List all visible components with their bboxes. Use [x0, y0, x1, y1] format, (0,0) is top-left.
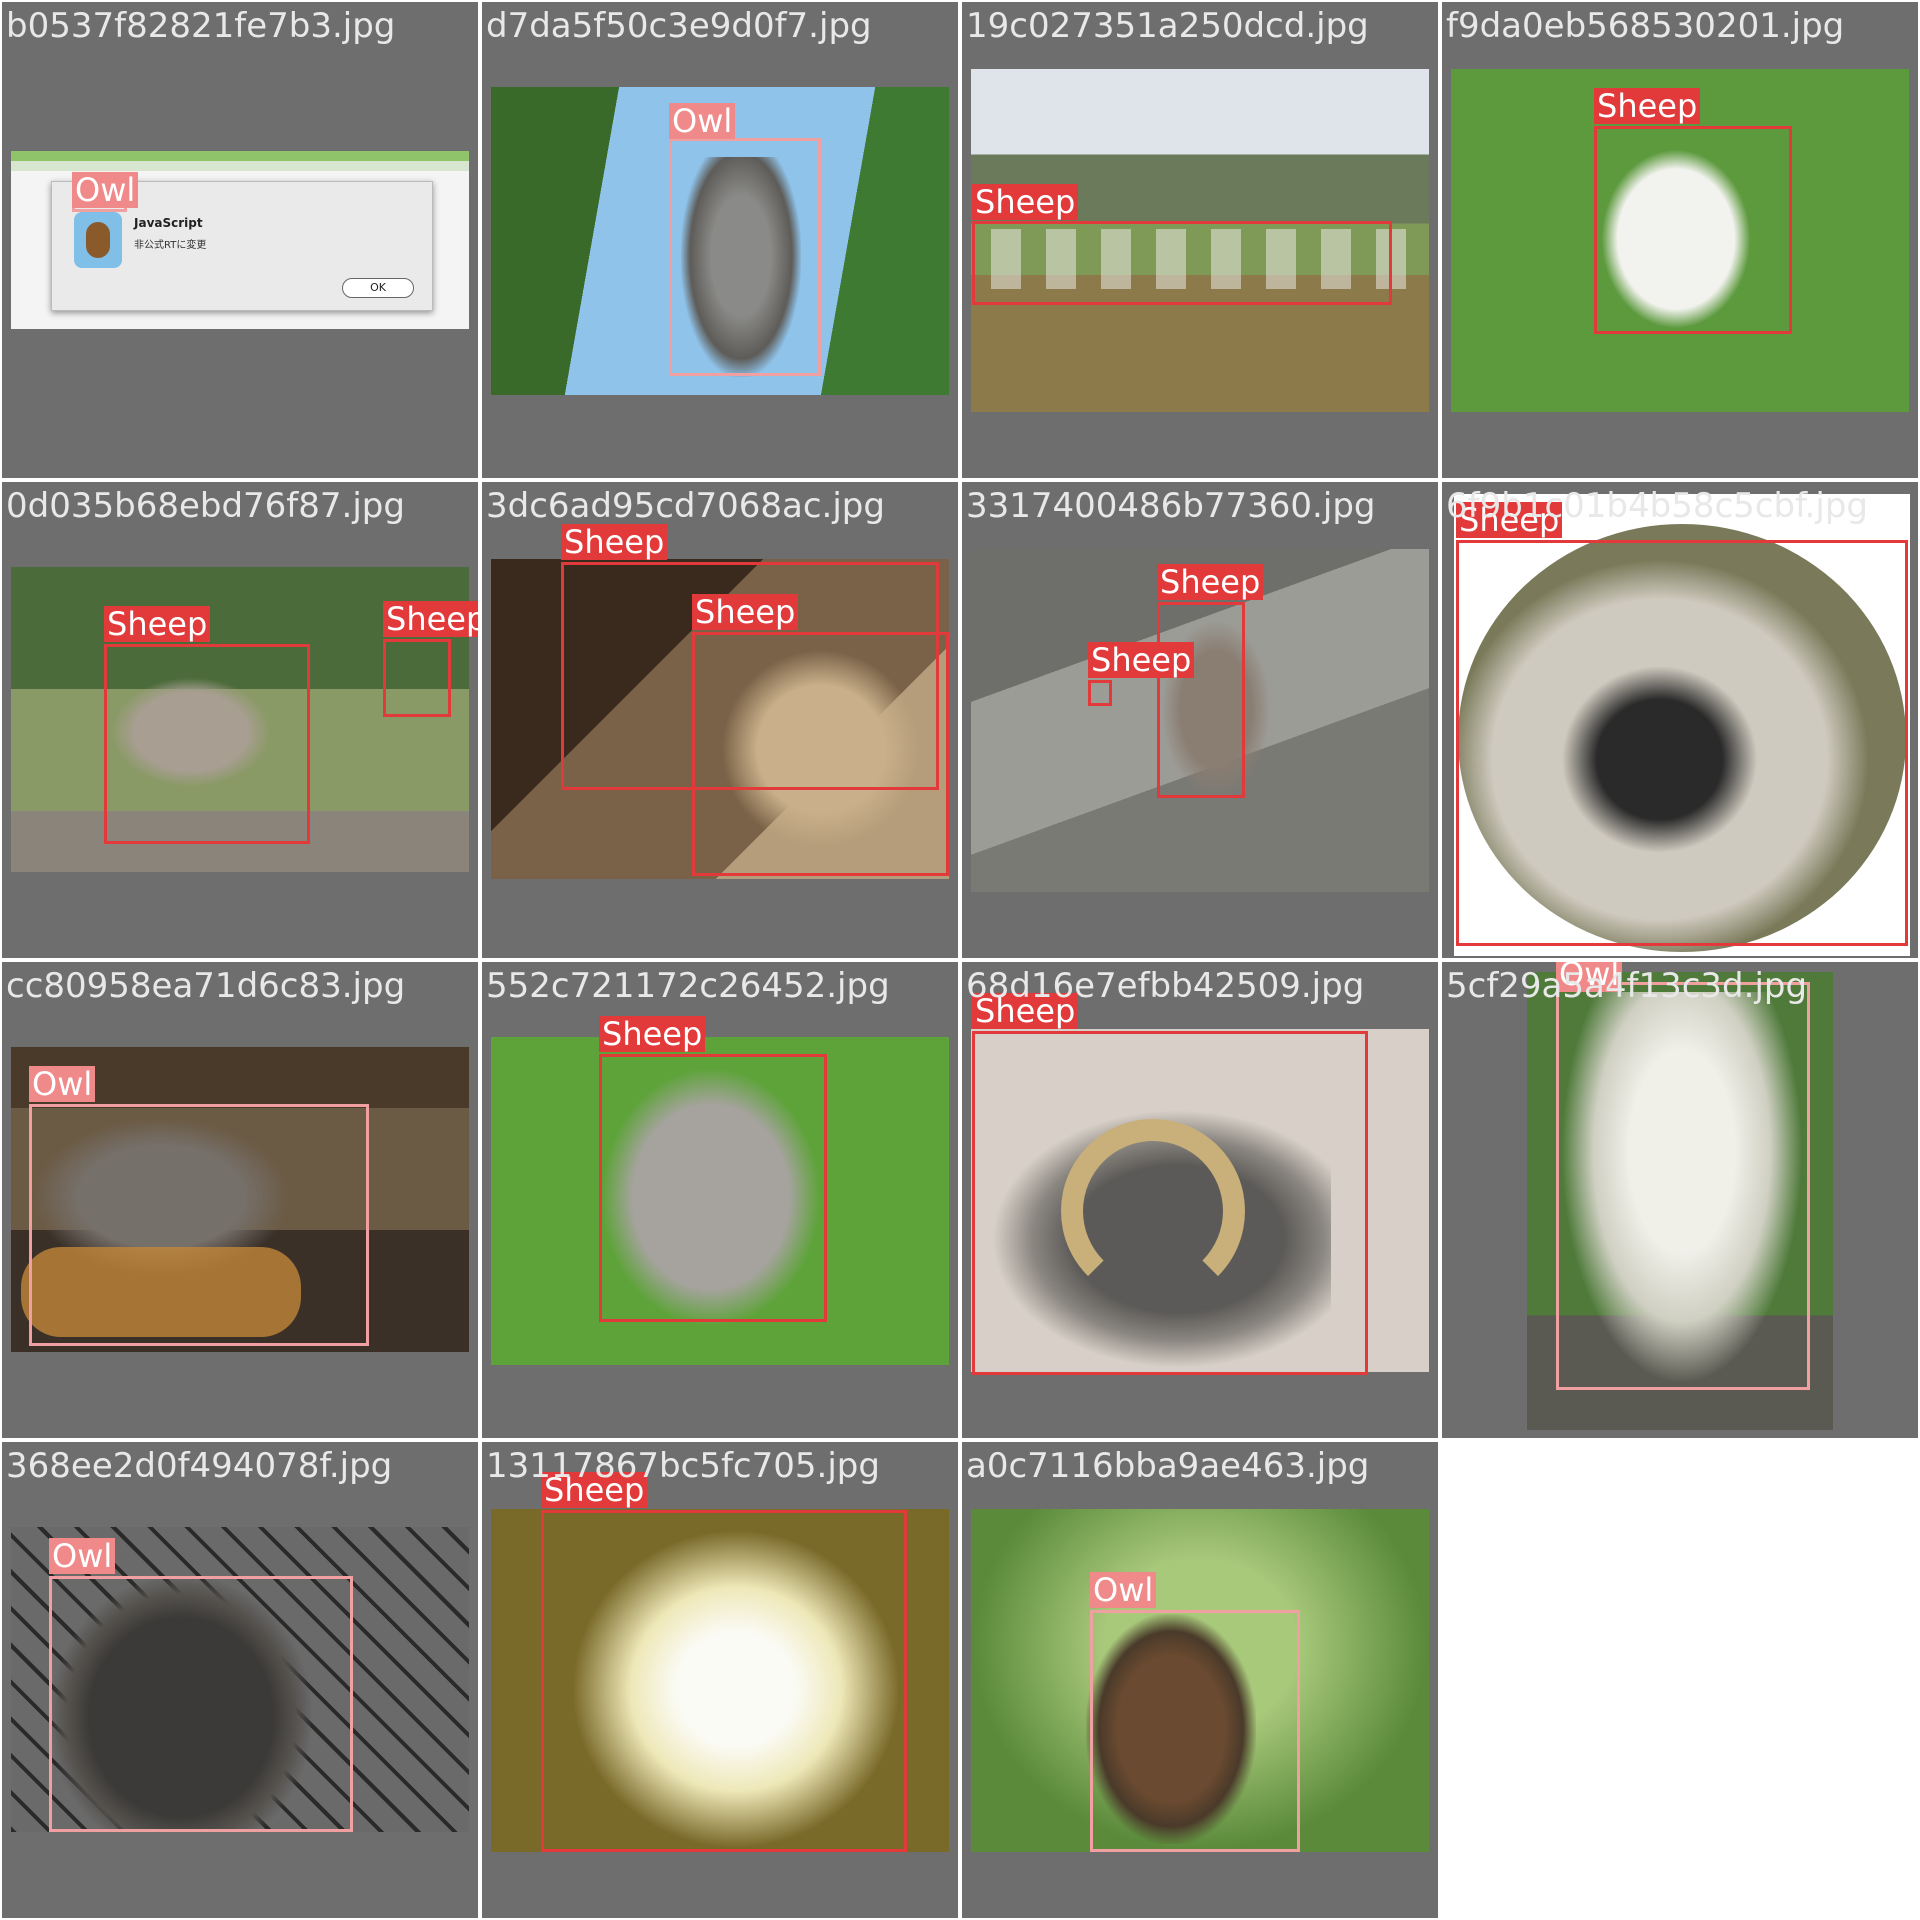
tile-3317400486b77360: 3317400486b77360.jpg Sheep Sheep — [962, 482, 1438, 958]
bbox-owl — [1556, 982, 1810, 1390]
bbox-sheep — [1594, 126, 1792, 334]
tile-filename: a0c7116bba9ae463.jpg — [966, 1446, 1370, 1486]
tile-3dc6ad95cd7068ac: 3dc6ad95cd7068ac.jpg Sheep Sheep — [482, 482, 958, 958]
bbox-sheep — [541, 1510, 907, 1852]
tile-368ee2d0f494078f: 368ee2d0f494078f.jpg Owl — [2, 1442, 478, 1918]
tile-5cf29a5a4f13c3d: 5cf29a5a4f13c3d.jpg Owl — [1442, 962, 1918, 1438]
bbox-label: Owl — [49, 1538, 116, 1574]
tile-filename: 3dc6ad95cd7068ac.jpg — [486, 486, 885, 526]
tile-19c027351a250dcd: 19c027351a250dcd.jpg Sheep — [962, 2, 1438, 478]
bbox-label: Sheep — [692, 594, 799, 630]
bbox-label: Sheep — [383, 601, 478, 637]
bbox-label: Sheep — [561, 524, 668, 560]
bbox-sheep — [972, 1031, 1368, 1375]
tile-b0537f82821fe7b3: b0537f82821fe7b3.jpg JavaScript 非公式RTに変更… — [2, 2, 478, 478]
bbox-label: Owl — [72, 172, 139, 208]
bbox-label: Owl — [669, 103, 736, 139]
bbox-label: Sheep — [972, 184, 1079, 220]
bbox-label: Sheep — [599, 1016, 706, 1052]
bbox-label: Owl — [1090, 1572, 1157, 1608]
tile-filename: cc80958ea71d6c83.jpg — [6, 966, 406, 1006]
tile-6f9b1c01b4b58c5cbf: 6f9b1c01b4b58c5cbf.jpg Sheep — [1442, 482, 1918, 958]
bbox-sheep — [1088, 680, 1112, 706]
tile-filename: 552c721172c26452.jpg — [486, 966, 890, 1006]
bbox-sheep — [104, 644, 310, 844]
bbox-sheep — [692, 632, 949, 876]
dialog-title: JavaScript — [134, 216, 203, 230]
bbox-label: Sheep — [1157, 564, 1264, 600]
bbox-sheep — [599, 1054, 827, 1322]
tile-filename: 6f9b1c01b4b58c5cbf.jpg — [1446, 486, 1868, 526]
tile-0d035b68ebd76f87: 0d035b68ebd76f87.jpg Sheep Sheep — [2, 482, 478, 958]
tile-filename: 368ee2d0f494078f.jpg — [6, 1446, 393, 1486]
bbox-label: Sheep — [1594, 88, 1701, 124]
bbox-owl — [669, 138, 821, 376]
tile-filename: f9da0eb568530201.jpg — [1446, 6, 1845, 46]
tile-filename: d7da5f50c3e9d0f7.jpg — [486, 6, 872, 46]
dialog-message: 非公式RTに変更 — [134, 240, 207, 251]
tile-cc80958ea71d6c83: cc80958ea71d6c83.jpg Owl — [2, 962, 478, 1438]
tile-filename: 5cf29a5a4f13c3d.jpg — [1446, 966, 1808, 1006]
bbox-sheep — [383, 639, 451, 717]
tile-filename: 13117867bc5fc705.jpg — [486, 1446, 880, 1486]
app-owl-icon — [74, 212, 122, 268]
bbox-sheep — [1456, 540, 1908, 946]
bbox-owl — [29, 1104, 369, 1346]
tile-filename: 19c027351a250dcd.jpg — [966, 6, 1369, 46]
bbox-owl — [1090, 1610, 1300, 1852]
tile-filename: 3317400486b77360.jpg — [966, 486, 1376, 526]
tile-f9da0eb568530201: f9da0eb568530201.jpg Sheep — [1442, 2, 1918, 478]
tile-d7da5f50c3e9d0f7: d7da5f50c3e9d0f7.jpg Owl — [482, 2, 958, 478]
tile-a0c7116bba9ae463: a0c7116bba9ae463.jpg Owl — [962, 1442, 1438, 1918]
bbox-sheep — [1157, 602, 1245, 798]
image-grid: b0537f82821fe7b3.jpg JavaScript 非公式RTに変更… — [0, 0, 1920, 1920]
tile-filename: 68d16e7efbb42509.jpg — [966, 966, 1365, 1006]
tile-filename: 0d035b68ebd76f87.jpg — [6, 486, 405, 526]
bbox-sheep — [972, 221, 1392, 305]
bbox-owl — [49, 1576, 353, 1832]
bbox-label: Sheep — [104, 606, 211, 642]
tile-filename: b0537f82821fe7b3.jpg — [6, 6, 396, 46]
tile-552c721172c26452: 552c721172c26452.jpg Sheep — [482, 962, 958, 1438]
bbox-label: Owl — [29, 1066, 96, 1102]
ok-button[interactable]: OK — [342, 278, 414, 298]
bbox-label: Sheep — [1088, 642, 1195, 678]
tile-68d16e7efbb42509: 68d16e7efbb42509.jpg Sheep — [962, 962, 1438, 1438]
tile-13117867bc5fc705: 13117867bc5fc705.jpg Sheep — [482, 1442, 958, 1918]
